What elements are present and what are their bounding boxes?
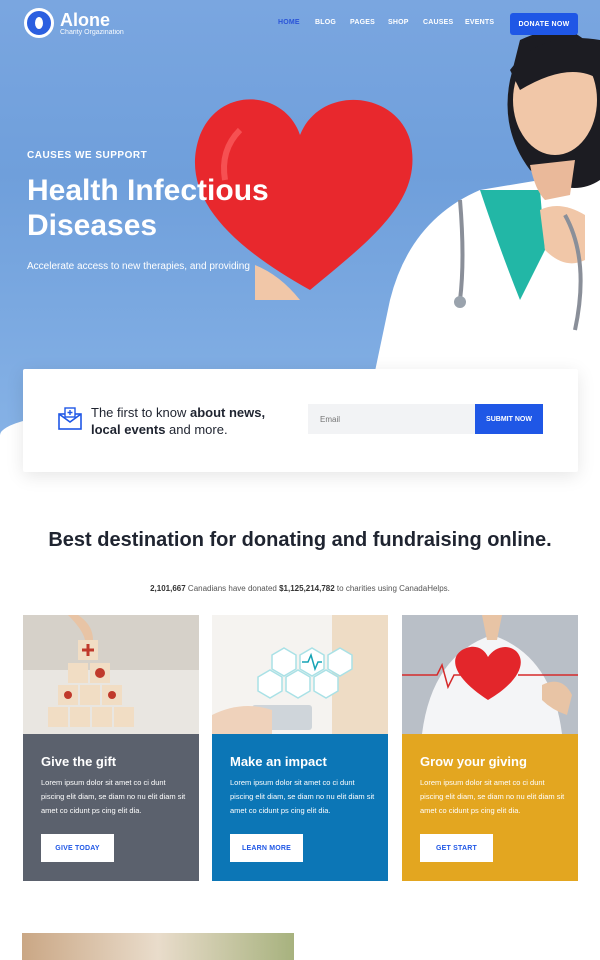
submit-now-button[interactable]: SUBMIT NOW xyxy=(475,404,543,434)
newsletter-card: The first to know about news, local even… xyxy=(23,369,578,472)
bottom-image xyxy=(22,933,294,960)
section-subtitle: 2,101,667 Canadians have donated $1,125,… xyxy=(150,584,450,593)
card-give-gift: Give the gift Lorem ipsum dolor sit amet… xyxy=(23,615,199,881)
nav-pages[interactable]: PAGES xyxy=(350,19,375,26)
newsletter-text: The first to know about news, local even… xyxy=(91,405,266,437)
card-make-impact: Make an impact Lorem ipsum dolor sit ame… xyxy=(212,615,388,881)
card-text: Lorem ipsum dolor sit amet co ci dunt pi… xyxy=(230,778,375,815)
nav-causes[interactable]: CAUSES xyxy=(423,19,453,26)
email-field[interactable] xyxy=(308,404,476,434)
logo-icon xyxy=(24,8,54,38)
nav-shop[interactable]: SHOP xyxy=(388,19,409,26)
card-image-doctor-heart xyxy=(402,615,578,734)
card-text: Lorem ipsum dolor sit amet co ci dunt pi… xyxy=(420,778,565,815)
card-text: Lorem ipsum dolor sit amet co ci dunt pi… xyxy=(41,778,186,815)
give-today-button[interactable]: GIVE TODAY xyxy=(41,834,114,862)
nav-events[interactable]: EVENTS xyxy=(465,19,494,26)
nav-blog[interactable]: BLOG xyxy=(315,19,336,26)
mail-icon xyxy=(58,407,82,430)
card-body: Grow your giving Lorem ipsum dolor sit a… xyxy=(402,734,578,881)
card-body: Give the gift Lorem ipsum dolor sit amet… xyxy=(23,734,199,881)
brand-tagline: Charity Orgazination xyxy=(60,28,124,36)
donate-now-button[interactable]: DONATE NOW xyxy=(510,13,578,35)
learn-more-button[interactable]: LEARN MORE xyxy=(230,834,303,862)
card-title: Grow your giving xyxy=(420,754,527,769)
brand-logo[interactable]: Alone Charity Orgazination xyxy=(24,8,124,38)
hero-kicker: CAUSES WE SUPPORT xyxy=(27,150,148,161)
hero-description: Accelerate access to new therapies, and … xyxy=(27,261,250,272)
card-title: Give the gift xyxy=(41,754,117,769)
card-body: Make an impact Lorem ipsum dolor sit ame… xyxy=(212,734,388,881)
card-grow-giving: Grow your giving Lorem ipsum dolor sit a… xyxy=(402,615,578,881)
nav-home[interactable]: HOME xyxy=(278,19,300,26)
brand-name: Alone xyxy=(60,9,111,30)
get-start-button[interactable]: GET START xyxy=(420,834,493,862)
card-image-blocks xyxy=(23,615,199,734)
hero-title: Health Infectious Diseases xyxy=(27,174,269,242)
card-image-medical xyxy=(212,615,388,734)
section-title: Best destination for donating and fundra… xyxy=(48,529,552,551)
card-title: Make an impact xyxy=(230,754,327,769)
